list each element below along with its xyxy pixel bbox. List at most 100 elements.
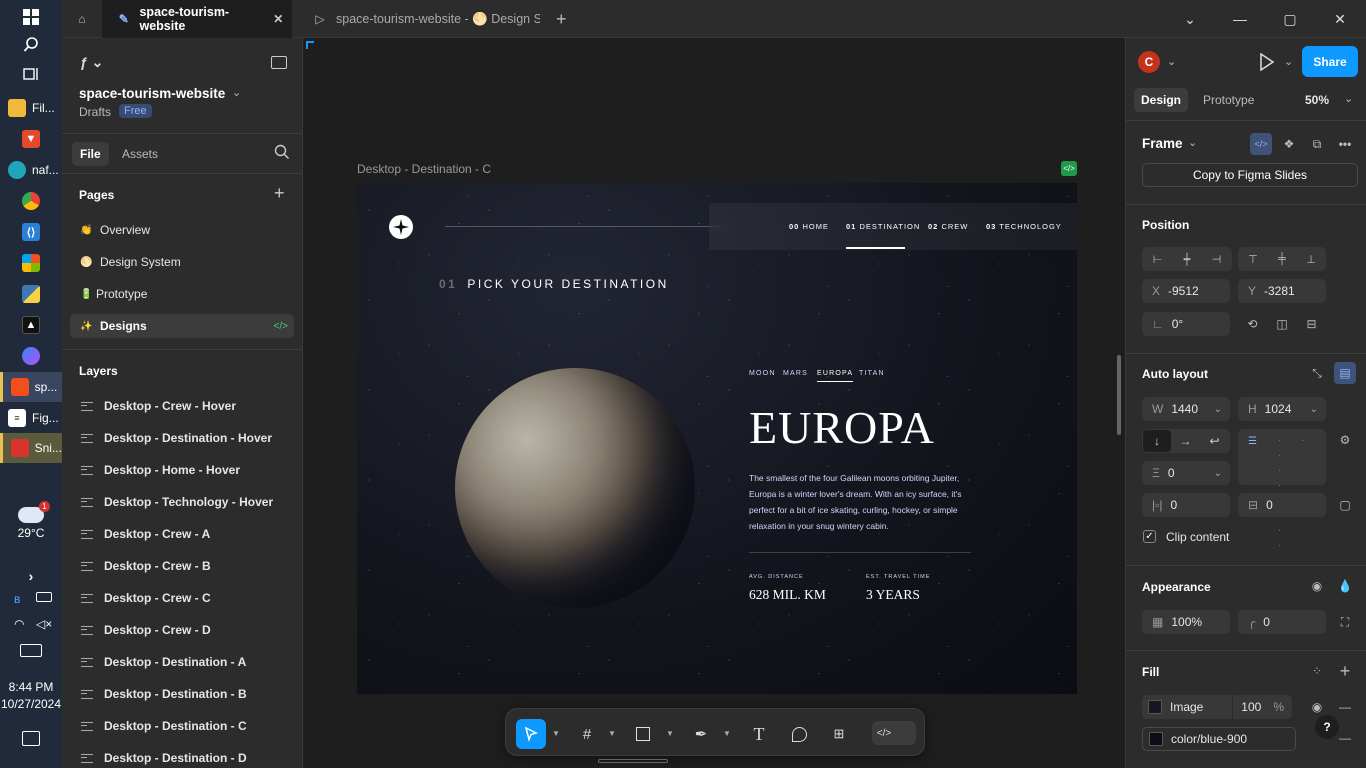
bluetooth-icon[interactable]: ʙ bbox=[14, 592, 20, 606]
layer-item[interactable]: Desktop - Crew - A bbox=[62, 518, 302, 550]
wifi-icon[interactable]: ◠ bbox=[14, 617, 24, 631]
taskbar-brave[interactable]: ▼ bbox=[0, 124, 62, 154]
taskbar-figma-1[interactable]: sp... bbox=[0, 372, 62, 402]
move-tool-icon[interactable] bbox=[516, 719, 546, 749]
copy-to-figma-slides-button[interactable]: Copy to Figma Slides bbox=[1142, 163, 1358, 187]
chevron-down-icon[interactable]: ▼ bbox=[723, 729, 731, 738]
frame-label[interactable]: Desktop - Destination - C bbox=[357, 162, 491, 176]
tab-assets[interactable]: Assets bbox=[122, 147, 158, 161]
zoom-level[interactable]: 50% bbox=[1305, 93, 1329, 107]
taskbar-app[interactable]: ▲ bbox=[0, 310, 62, 340]
clock-time[interactable]: 8:44 PM bbox=[0, 680, 62, 694]
y-position-field[interactable]: Y -3281 bbox=[1238, 279, 1326, 303]
minimize-icon[interactable]: — bbox=[1217, 0, 1263, 38]
gap-field[interactable]: Ξ 0 ⌄ bbox=[1142, 461, 1230, 485]
detach-style-icon[interactable]: — bbox=[1334, 727, 1356, 749]
rotate-icon[interactable]: ⟲ bbox=[1247, 317, 1257, 331]
tab-design[interactable]: Design bbox=[1134, 88, 1189, 112]
notifications-icon[interactable] bbox=[22, 731, 40, 746]
layer-item[interactable]: Desktop - Destination - D bbox=[62, 742, 302, 768]
rectangle-tool-icon[interactable] bbox=[628, 719, 658, 749]
direction-wrap-icon[interactable]: ↩ bbox=[1200, 434, 1229, 448]
dev-code-icon[interactable]: </> bbox=[1250, 133, 1272, 155]
direction-vertical-icon[interactable]: ↓ bbox=[1143, 430, 1171, 452]
more-icon[interactable]: ••• bbox=[1334, 133, 1356, 155]
battery-icon[interactable] bbox=[36, 592, 52, 602]
avatar[interactable]: C bbox=[1138, 51, 1160, 73]
height-field[interactable]: H 1024 ⌄ bbox=[1238, 397, 1326, 421]
chevron-down-icon[interactable]: ⌄ bbox=[1310, 404, 1318, 415]
taskbar-chrome[interactable] bbox=[0, 186, 62, 216]
remove-fill-icon[interactable]: — bbox=[1334, 696, 1356, 718]
tab-file[interactable]: File bbox=[72, 142, 109, 166]
nav-item-technology[interactable]: 03 TECHNOLOGY bbox=[986, 222, 1062, 231]
page-item-prototype[interactable]: 🔋 Prototype bbox=[62, 278, 302, 310]
toolbar-handle[interactable] bbox=[598, 759, 668, 763]
actions-tool-icon[interactable]: ⊞ bbox=[824, 719, 854, 749]
taskbar-snipping[interactable]: Sni... bbox=[0, 433, 62, 463]
taskbar-copilot[interactable] bbox=[0, 341, 62, 371]
chevron-down-icon[interactable]: ⌄ bbox=[232, 86, 241, 99]
chevron-down-icon[interactable]: ▼ bbox=[552, 729, 560, 738]
align-center-h-icon[interactable]: ┿ bbox=[1184, 253, 1191, 266]
layer-item[interactable]: Desktop - Destination - A bbox=[62, 646, 302, 678]
taskbar-edge[interactable]: naf... bbox=[0, 155, 62, 185]
blend-mode-icon[interactable]: 💧 bbox=[1334, 575, 1356, 597]
component-icon[interactable]: ❖ bbox=[1278, 133, 1300, 155]
maximize-icon[interactable]: ▢ bbox=[1267, 0, 1313, 38]
width-field[interactable]: W 1440 ⌄ bbox=[1142, 397, 1230, 421]
page-item-design-system[interactable]: 🌕 Design System bbox=[62, 246, 302, 278]
destination-tab-moon[interactable]: MOON bbox=[749, 370, 776, 377]
chevron-down-icon[interactable]: ⌄ bbox=[1167, 0, 1213, 38]
chevron-down-icon[interactable]: ⌄ bbox=[1214, 404, 1222, 415]
frame-tool-icon[interactable]: # bbox=[572, 719, 602, 749]
chevron-down-icon[interactable]: ⌄ bbox=[1167, 55, 1176, 68]
horizontal-padding-field[interactable]: |▫| 0 bbox=[1142, 493, 1230, 517]
flip-vertical-icon[interactable]: ⊟ bbox=[1307, 317, 1317, 331]
add-fill-icon[interactable]: + bbox=[1334, 660, 1356, 682]
nav-item-destination[interactable]: 01 DESTINATION bbox=[846, 222, 920, 231]
chevron-down-icon[interactable]: ▼ bbox=[666, 729, 674, 738]
rotation-field[interactable]: ∟ 0° bbox=[1142, 312, 1230, 336]
nav-item-home[interactable]: 00 HOME bbox=[789, 222, 829, 231]
align-right-icon[interactable]: ⊣ bbox=[1212, 253, 1222, 266]
x-position-field[interactable]: X -9512 bbox=[1142, 279, 1230, 303]
fill-image-field[interactable]: Image 100% bbox=[1142, 695, 1292, 719]
chevron-down-icon[interactable]: ⌄ bbox=[1344, 92, 1353, 105]
nav-item-crew[interactable]: 02 CREW bbox=[928, 222, 968, 231]
fill-style-field[interactable]: color/blue-900 bbox=[1142, 727, 1296, 751]
styles-grid-icon[interactable]: ⁘ bbox=[1306, 660, 1328, 682]
volume-muted-icon[interactable]: ◁× bbox=[36, 617, 52, 631]
new-tab-plus-icon[interactable]: + bbox=[556, 0, 580, 38]
chevron-right-icon[interactable]: › bbox=[0, 561, 62, 591]
toggle-sidebar-icon[interactable] bbox=[271, 56, 287, 69]
layout-settings-icon[interactable]: ⚙ bbox=[1334, 429, 1356, 451]
canvas-scrollbar[interactable] bbox=[1117, 355, 1121, 435]
chevron-down-icon[interactable]: ⌄ bbox=[1214, 468, 1222, 479]
taskbar-file-explorer[interactable]: Fil... bbox=[0, 93, 62, 123]
pen-tool-icon[interactable]: ✒ bbox=[686, 719, 716, 749]
tab-space-tourism-design-system[interactable]: ▷ space-tourism-website - 🌕 Design S bbox=[304, 0, 544, 38]
align-top-icon[interactable]: ⊤ bbox=[1248, 253, 1258, 266]
opacity-field[interactable]: ▦ 100% bbox=[1142, 610, 1230, 634]
individual-padding-icon[interactable]: ▢ bbox=[1334, 494, 1356, 516]
dev-mode-badge-icon[interactable]: </> bbox=[1061, 161, 1077, 176]
figma-menu-icon[interactable]: ƒ ⌄ bbox=[80, 54, 104, 70]
tab-prototype[interactable]: Prototype bbox=[1203, 93, 1254, 107]
taskbar-figma-2[interactable]: ≡ Fig... bbox=[0, 403, 62, 433]
taskbar-python[interactable] bbox=[0, 279, 62, 309]
layer-item[interactable]: Desktop - Destination - B bbox=[62, 678, 302, 710]
auto-layout-toggle-icon[interactable]: ▤ bbox=[1334, 362, 1356, 384]
home-tab[interactable]: ⌂ bbox=[62, 0, 102, 38]
taskbar-vscode[interactable]: ⟨⟩ bbox=[0, 217, 62, 247]
search-icon[interactable] bbox=[0, 30, 62, 60]
windows-start-icon[interactable] bbox=[0, 2, 62, 32]
chevron-down-icon[interactable]: ⌄ bbox=[1188, 136, 1197, 149]
chevron-down-icon[interactable]: ⌄ bbox=[1284, 55, 1293, 68]
text-tool-icon[interactable]: T bbox=[744, 719, 774, 749]
window-close-icon[interactable]: ✕ bbox=[1317, 0, 1363, 38]
taskbar-store[interactable] bbox=[0, 248, 62, 278]
corner-radius-field[interactable]: ╭ 0 bbox=[1238, 610, 1326, 634]
task-view-icon[interactable] bbox=[0, 59, 62, 89]
layer-item[interactable]: Desktop - Home - Hover bbox=[62, 454, 302, 486]
